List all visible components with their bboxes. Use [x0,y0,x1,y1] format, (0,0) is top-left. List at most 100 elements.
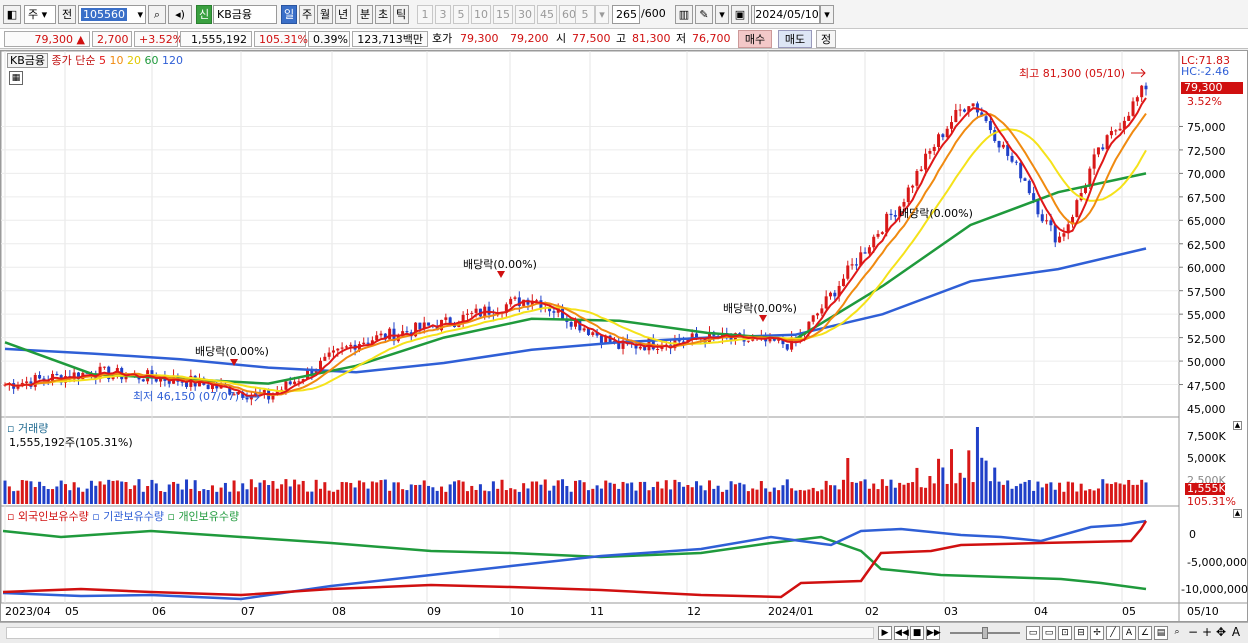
angle-tool-icon[interactable]: ∠ [1138,626,1152,640]
save-icon[interactable]: ▣ [731,5,749,24]
tools-dropdown-icon[interactable]: ▾ [715,5,729,24]
correct-button[interactable]: 정 [816,30,836,48]
date-input[interactable]: 2024/05/10 [754,5,820,24]
volume-bar [150,479,154,504]
volume-bar [846,458,850,504]
zoom-in-icon[interactable]: + [1200,626,1214,640]
x-axis-label: 05 [65,605,79,618]
period-second[interactable]: 초 [375,5,391,24]
volume-bar [854,482,858,504]
candle-body [1058,236,1062,243]
draw-tool-icon[interactable]: ✎ [695,5,713,24]
code-input[interactable]: 105560 ▾ [78,5,146,24]
candle-body [1127,115,1131,121]
chart-canvas[interactable] [1,51,1247,621]
table-icon[interactable]: ▤ [1154,626,1168,640]
minute-1[interactable]: 1 [417,5,433,24]
minute-10[interactable]: 10 [471,5,491,24]
text-tool-icon[interactable]: A [1122,626,1136,640]
volume-bar [331,491,335,504]
volume-close-icon[interactable]: ▲ [1233,421,1242,430]
volume-bar [301,480,305,504]
volume-bar [1066,481,1070,504]
date-dropdown-icon[interactable]: ▾ [820,5,834,24]
volume-bar [561,479,565,504]
volume-bar [617,488,621,504]
layout-icon-4[interactable]: ⊟ [1074,626,1088,640]
candle-body [1040,214,1044,222]
volume-bar [375,482,379,504]
volume-bar [111,480,115,504]
forward-icon[interactable]: ▶▶ [926,626,941,640]
holdings-close-icon[interactable]: ▲ [1233,509,1242,518]
volume-bar [1053,489,1057,504]
scroll-track[interactable] [6,627,874,639]
font-icon[interactable]: A [1229,626,1243,640]
price-axis-label: 47,500 [1187,379,1226,393]
n-dropdown-icon[interactable]: ▾ [595,5,609,24]
search-icon[interactable]: ⌕ [148,5,166,24]
period-day[interactable]: 일 [281,5,297,24]
volume-bar [137,479,141,504]
line-tool-icon[interactable]: ╱ [1106,626,1120,640]
candle-body [988,121,992,131]
window-menu-icon[interactable]: ◧ [3,5,21,24]
n-value-field[interactable]: 5 [575,5,595,24]
dividend-label-4: 배당락(0.00%) [899,207,973,220]
move-icon[interactable]: ✥ [1214,626,1228,640]
search-zoom-icon[interactable]: ⌕ [1170,626,1184,640]
candle-body [941,134,945,138]
rewind-icon[interactable]: ◀◀ [894,626,909,640]
layout-icon-2[interactable]: ▭ [1042,626,1056,640]
x-axis-label: 11 [590,605,604,618]
volume-bar [975,427,979,504]
candle-body [349,344,353,347]
period-week[interactable]: 주 [299,5,315,24]
layout-icon-3[interactable]: ⊡ [1058,626,1072,640]
volume-bar [656,481,660,504]
volume-bar [530,481,534,504]
candle-icon[interactable]: ▥ [675,5,693,24]
sell-button[interactable]: 매도 [778,30,812,48]
buy-button[interactable]: 매수 [738,30,772,48]
volume-bar [487,491,491,504]
scroll-thumb[interactable] [7,628,499,638]
chart-area[interactable]: KB금융 종가 단순 5 10 20 60 120 ▦ LC:71.83 HC:… [0,50,1248,622]
layout-icon-1[interactable]: ▭ [1026,626,1040,640]
minute-5[interactable]: 5 [453,5,469,24]
period-minute[interactable]: 분 [357,5,373,24]
volume-bar [988,481,992,504]
minute-30[interactable]: 30 [515,5,535,24]
period-year[interactable]: 년 [335,5,351,24]
volume-bar [958,472,962,504]
crosshair-icon[interactable]: ✢ [1090,626,1104,640]
period-month[interactable]: 월 [317,5,333,24]
minute-45[interactable]: 45 [537,5,557,24]
volume-bar [889,479,893,504]
volume-bar [1105,483,1109,504]
code-value: 105560 [81,8,127,21]
speaker-icon[interactable]: ◂) [168,5,192,24]
stop-icon[interactable]: ■ [910,626,924,640]
market-select[interactable]: 주 ▾ [24,5,56,24]
change-value: 2,700 [92,31,132,47]
volume-bar [885,485,889,504]
count-input[interactable]: 265 [612,5,640,24]
play-icon[interactable]: ▶ [878,626,892,640]
period-tick[interactable]: 틱 [393,5,409,24]
legend-ma10: 10 [109,54,124,67]
price-legend: KB금융 종가 단순 5 10 20 60 120 [7,53,183,69]
zoom-out-icon[interactable]: − [1186,626,1200,640]
prev-button[interactable]: 전 [58,5,76,24]
volume-bar [284,479,288,504]
volume-bar [362,482,366,504]
volume-bar [51,489,55,504]
stock-name-field[interactable]: KB금융 [213,5,277,24]
volume-bar [357,480,361,504]
minute-3[interactable]: 3 [435,5,451,24]
grid-toggle-icon[interactable]: ▦ [9,71,23,85]
volume-bar [820,489,824,504]
candle-body [893,215,897,217]
minute-15[interactable]: 15 [493,5,513,24]
zoom-slider-handle[interactable] [982,627,988,639]
